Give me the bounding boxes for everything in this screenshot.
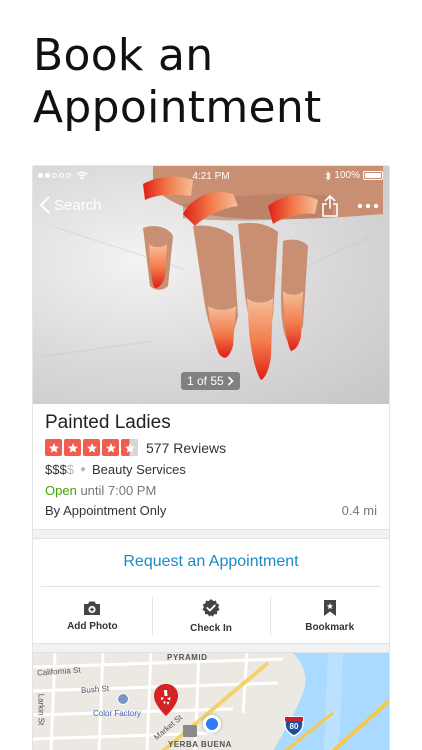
request-appointment-button[interactable]: Request an Appointment [33,539,389,585]
business-photo[interactable]: 4:21 PM 100% Search 1 of 55 [33,166,389,404]
hours-row[interactable]: Open until 7:00 PM [45,483,156,498]
bookmark-icon [323,600,336,616]
bookmark-button[interactable]: Bookmark [270,587,389,645]
back-button[interactable]: Search [39,196,102,214]
map-label-color-factory[interactable]: Color Factory [93,709,141,718]
camera-plus-icon [84,601,101,615]
map-label-larkin-st: Larkin St [36,693,46,726]
review-count[interactable]: 577 Reviews [146,440,226,456]
map-label-pyramid: PYRAMID [167,653,208,662]
hours-until: until 7:00 PM [80,483,157,498]
add-photo-button[interactable]: Add Photo [33,587,152,645]
business-name: Painted Ladies [45,412,171,433]
interstate-shield-icon: 80 [283,715,305,737]
business-info-card: Painted Ladies 577 Reviews $$$$ ● Beauty… [33,404,389,530]
distance: 0.4 mi [341,503,377,518]
building-icon [183,725,197,737]
promo-headline: Book an Appointment [33,30,322,134]
interstate-number: 80 [289,722,299,731]
separator-dot-icon: ● [79,464,86,475]
check-badge-icon [202,599,220,617]
more-options-icon[interactable] [357,203,379,209]
half-star-icon [121,439,138,456]
check-in-label: Check In [190,623,232,634]
open-status: Open [45,483,77,498]
chevron-right-icon [227,376,234,386]
price-level-inactive: $ [66,462,74,477]
back-button-label: Search [54,196,102,214]
location-map[interactable]: PYRAMID California St Bush St Larkin St … [33,652,389,750]
appointment-note: By Appointment Only [45,503,167,518]
color-factory-poi-icon[interactable] [117,693,129,705]
navigation-bar: Search [33,192,389,222]
business-category[interactable]: Beauty Services [92,462,186,477]
star-icon [102,439,119,456]
battery-percentage: 100% [334,170,360,181]
star-icon [83,439,100,456]
price-level: $$$$ [45,462,74,477]
promo-title-line-2: Appointment [33,82,322,133]
actions-panel: Request an Appointment Add Photo Check I… [33,538,389,644]
price-category-row: $$$$ ● Beauty Services [45,462,186,477]
map-label-yerba-buena: YERBA BUENA [168,740,232,749]
price-level-active: $$$ [45,462,67,477]
phone-screen: 4:21 PM 100% Search 1 of 55 Painted Ladi… [33,166,389,750]
star-icon [64,439,81,456]
add-photo-label: Add Photo [67,621,118,632]
photo-counter-label: 1 of 55 [187,374,224,388]
business-map-pin-icon[interactable] [153,683,179,717]
star-icon [45,439,62,456]
map-roads [33,653,389,750]
current-location-icon [203,715,221,733]
action-bar: Add Photo Check In Bookmark [33,587,389,645]
battery-icon [363,171,383,180]
photo-counter[interactable]: 1 of 55 [181,372,240,390]
bluetooth-icon [326,170,332,181]
share-icon[interactable] [321,195,339,217]
bookmark-label: Bookmark [305,622,355,633]
promo-title-line-1: Book an [33,30,214,81]
star-rating[interactable]: 577 Reviews [45,439,226,456]
check-in-button[interactable]: Check In [151,587,271,645]
chevron-left-icon [40,196,50,214]
status-bar: 4:21 PM 100% [33,166,389,186]
